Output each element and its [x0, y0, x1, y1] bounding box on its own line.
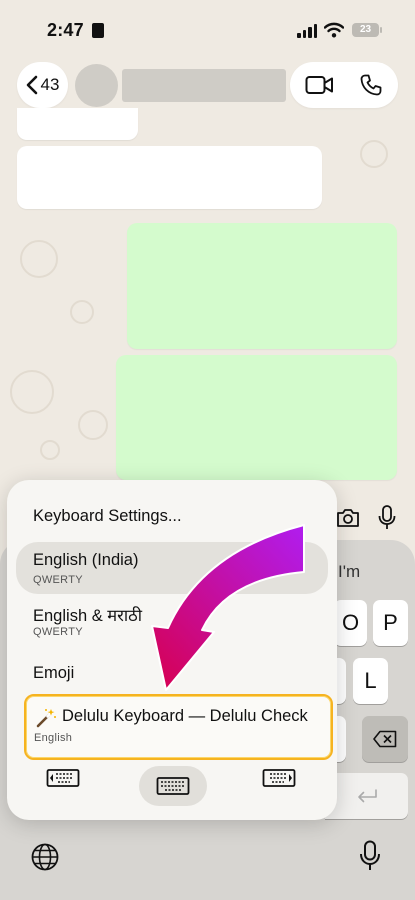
menu-item-label: Delulu Keyboard — Delulu Check: [62, 707, 308, 725]
chevron-left-icon: [26, 75, 37, 95]
message-bubble-incoming[interactable]: [17, 146, 322, 209]
keyboard-center-button[interactable]: [139, 766, 207, 806]
camera-icon[interactable]: [336, 507, 360, 529]
menu-item-sublabel: QWERTY: [33, 574, 83, 586]
menu-item-delulu-keyboard[interactable]: Delulu Keyboard — Delulu Check English: [24, 694, 333, 760]
message-bubble-outgoing[interactable]: [116, 355, 397, 480]
magic-wand-icon: [36, 709, 56, 728]
autocomplete-suggestion[interactable]: I'm: [338, 562, 360, 582]
dictation-microphone-icon[interactable]: [359, 840, 381, 872]
keyboard-left-icon[interactable]: [46, 766, 80, 790]
status-bar: 2:47 23: [0, 0, 415, 56]
signal-icon: [297, 24, 317, 38]
back-button[interactable]: 43: [17, 62, 68, 108]
phone-icon[interactable]: [360, 74, 382, 96]
key-l[interactable]: L: [353, 658, 388, 704]
delete-icon: [373, 730, 397, 748]
key-p[interactable]: P: [373, 600, 408, 646]
menu-item-label: English (India): [33, 551, 139, 569]
menu-item-sublabel: English: [34, 732, 73, 744]
menu-item-label: English & मराठी: [33, 607, 143, 625]
globe-icon[interactable]: [30, 842, 60, 872]
keyboard-right-icon[interactable]: [262, 766, 296, 790]
battery-indicator: 23: [352, 23, 382, 37]
message-bubble-outgoing[interactable]: [127, 223, 397, 349]
menu-item-label: Emoji: [33, 664, 75, 682]
return-key[interactable]: [325, 773, 408, 819]
menu-item-sublabel: QWERTY: [33, 626, 83, 638]
message-bubble-incoming[interactable]: [17, 108, 138, 140]
call-actions: [290, 62, 398, 108]
id-card-icon: [92, 23, 104, 38]
microphone-icon[interactable]: [378, 505, 396, 531]
annotation-arrow: [151, 524, 305, 691]
delete-key[interactable]: [362, 716, 408, 762]
video-icon[interactable]: [305, 75, 334, 95]
status-time: 2:47: [47, 20, 84, 40]
key-o[interactable]: O: [334, 600, 367, 646]
unread-count: 43: [40, 75, 60, 94]
wifi-icon: [324, 22, 344, 38]
keyboard-center-icon: [156, 777, 190, 795]
contact-name-redacted[interactable]: [122, 69, 286, 102]
return-icon: [357, 789, 377, 803]
avatar[interactable]: [75, 64, 118, 107]
